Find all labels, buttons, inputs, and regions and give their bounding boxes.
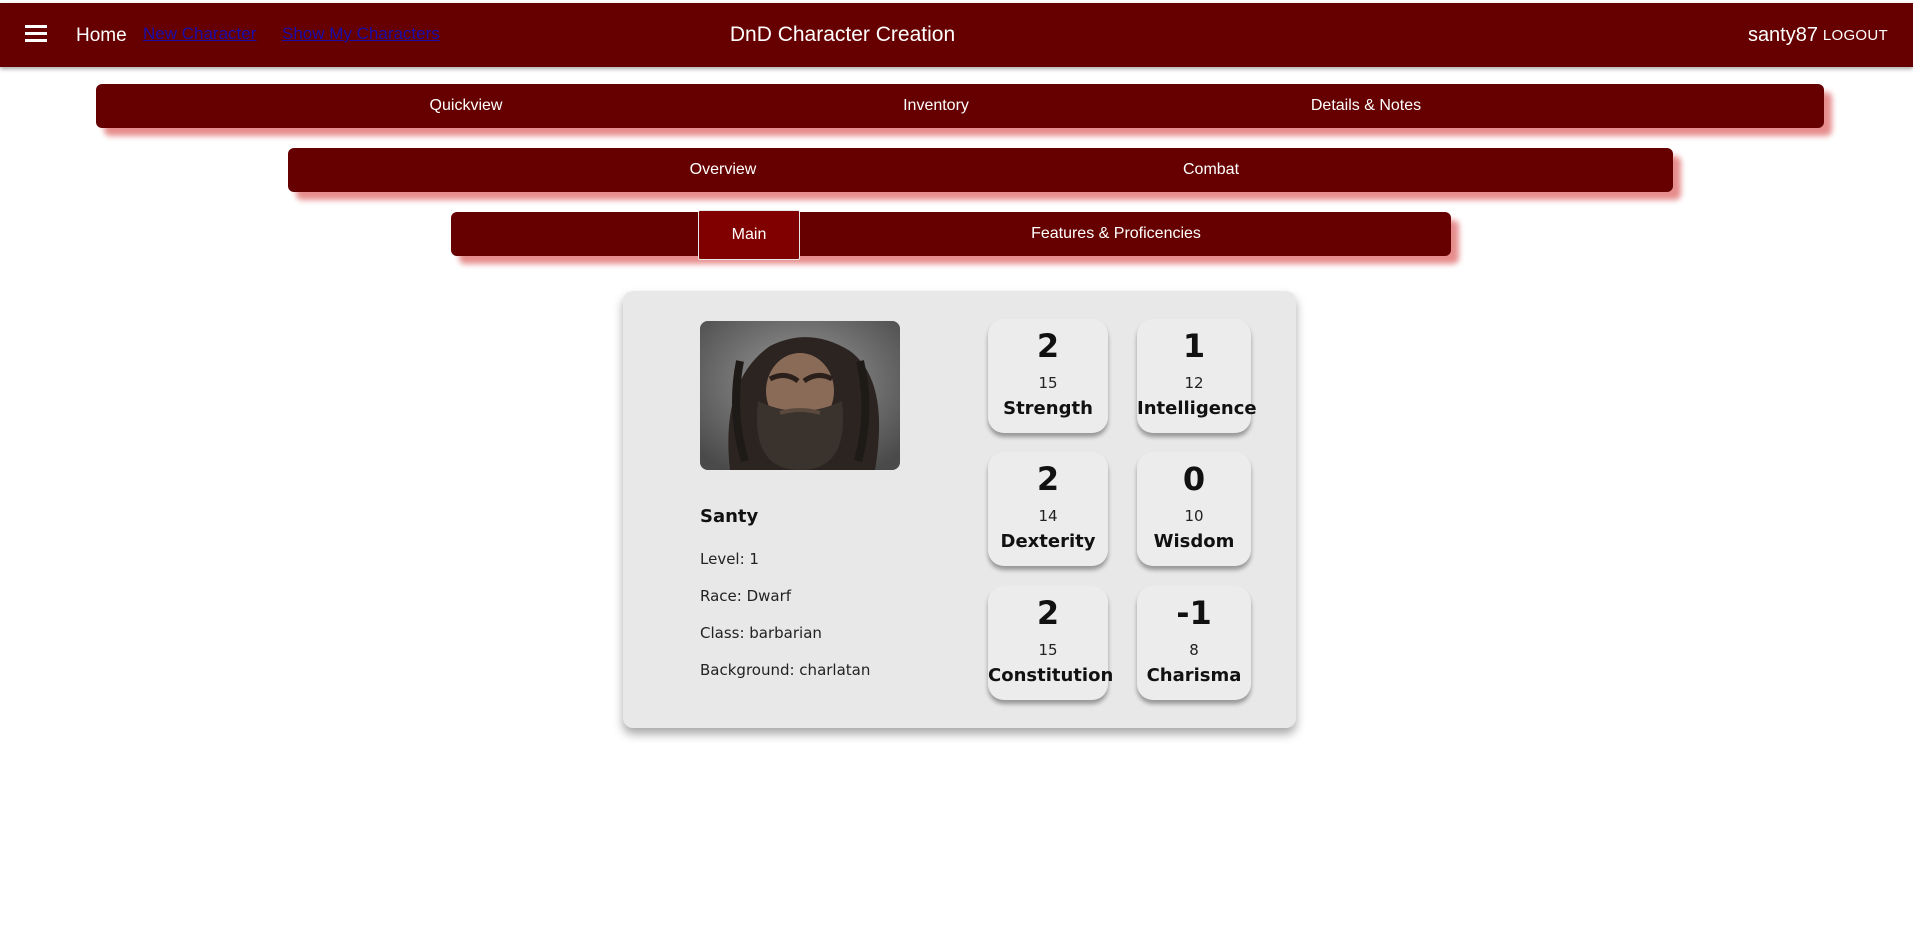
stat-modifier: 2: [1036, 460, 1060, 498]
stat-score: 12: [1184, 374, 1204, 392]
stat-score: 14: [1038, 507, 1058, 525]
logout-button[interactable]: LOGOUT: [1823, 27, 1888, 44]
tertiary-tab-bar: Main Features & Proficencies: [451, 210, 1451, 260]
stat-strength: 2 15 Strength: [988, 319, 1108, 433]
stat-modifier: 2: [1036, 327, 1060, 365]
character-card: Santy Level: 1 Race: Dwarf Class: barbar…: [623, 291, 1296, 728]
app-title: DnD Character Creation: [729, 23, 956, 46]
top-app-bar: Home New Character Show My Characters Dn…: [0, 3, 1913, 67]
character-name: Santy: [700, 506, 759, 527]
character-background: Background: charlatan: [700, 661, 871, 679]
character-race: Race: Dwarf: [700, 587, 792, 605]
stat-modifier: 1: [1182, 327, 1206, 365]
stat-score: 8: [1189, 641, 1199, 659]
stat-label: Intelligence: [1137, 398, 1257, 419]
tab-details-notes[interactable]: Details & Notes: [1286, 97, 1446, 115]
stat-label: Wisdom: [1153, 531, 1235, 552]
tab-inventory[interactable]: Inventory: [871, 97, 1001, 115]
stat-modifier: 0: [1182, 460, 1206, 498]
stat-label: Dexterity: [1000, 531, 1096, 552]
tab-combat[interactable]: Combat: [1146, 161, 1276, 179]
character-level: Level: 1: [700, 550, 759, 568]
username-label: santy87: [1747, 24, 1818, 46]
stat-score: 10: [1184, 507, 1204, 525]
dwarf-portrait-image: [700, 321, 900, 470]
character-class: Class: barbarian: [700, 624, 822, 642]
stat-score: 15: [1038, 641, 1058, 659]
secondary-tab-bar: Overview Combat: [288, 148, 1673, 192]
stat-dexterity: 2 14 Dexterity: [988, 452, 1108, 566]
tab-features-proficiencies[interactable]: Features & Proficencies: [1011, 225, 1221, 243]
tab-quickview[interactable]: Quickview: [396, 97, 536, 115]
stat-intelligence: 1 12 Intelligence: [1137, 319, 1257, 433]
character-portrait: [700, 321, 900, 470]
stat-label: Strength: [1003, 398, 1093, 419]
primary-tab-bar: Quickview Inventory Details & Notes: [96, 84, 1824, 128]
stat-label: Constitution: [988, 665, 1114, 686]
stat-score: 15: [1038, 374, 1058, 392]
stat-constitution: 2 15 Constitution: [988, 586, 1114, 700]
stat-charisma: -1 8 Charisma: [1137, 586, 1251, 700]
stat-modifier: 2: [1036, 594, 1060, 632]
tab-main[interactable]: Main: [698, 210, 800, 260]
stat-label: Charisma: [1146, 665, 1242, 686]
tab-overview[interactable]: Overview: [653, 161, 793, 179]
stat-modifier: -1: [1176, 594, 1212, 632]
stat-wisdom: 0 10 Wisdom: [1137, 452, 1251, 566]
